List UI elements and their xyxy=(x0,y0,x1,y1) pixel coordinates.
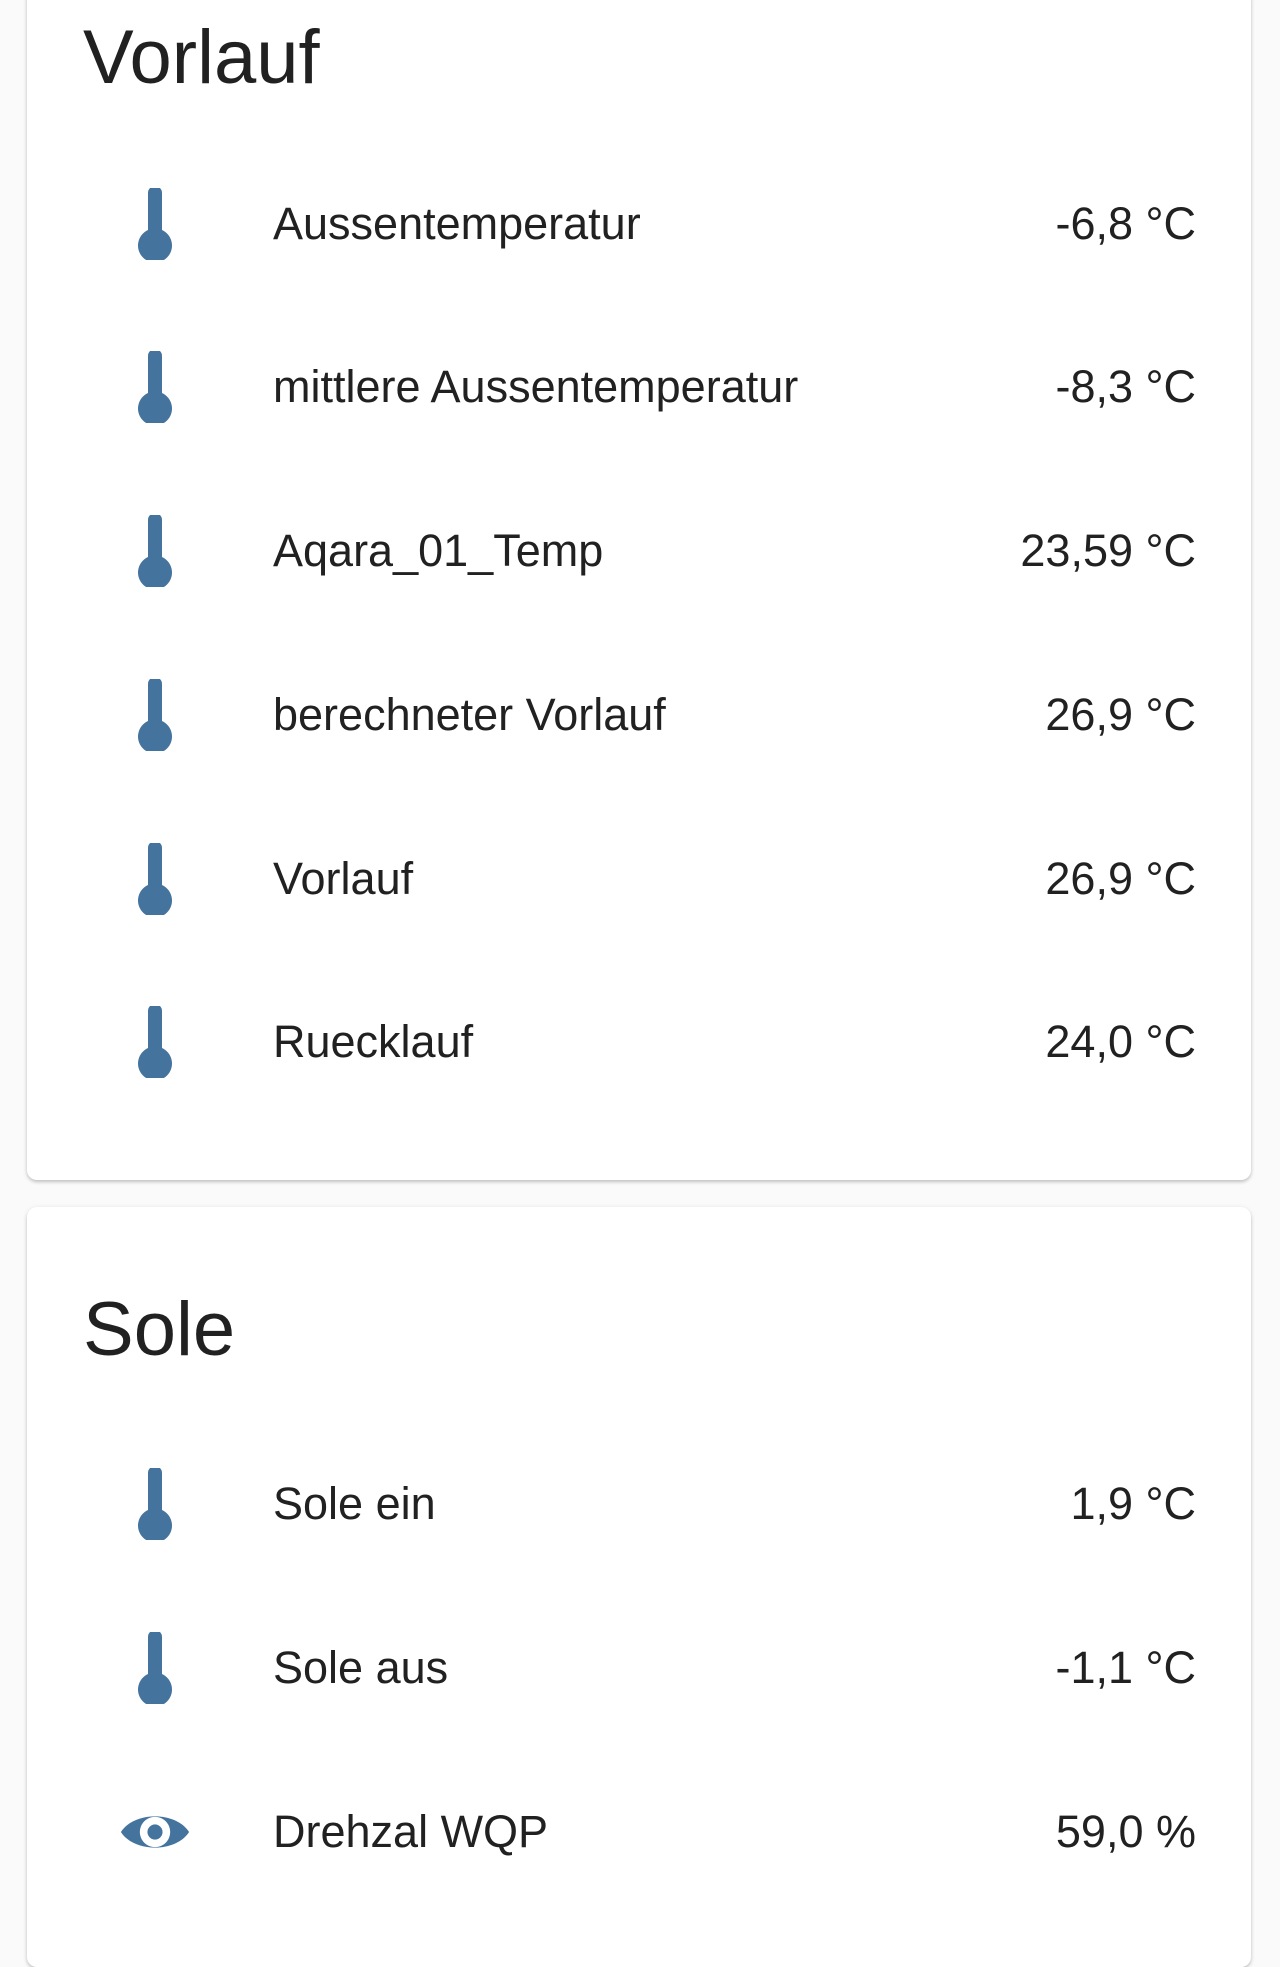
entity-name: mittlere Aussentemperatur xyxy=(273,361,799,412)
thermometer-icon xyxy=(119,1468,191,1540)
sole-card: Sole Sole ein 1,9 °C Sole aus -1,1 °C Dr… xyxy=(27,1207,1251,1967)
entity-state: -1,1 °C xyxy=(1055,1642,1196,1693)
card-title: Vorlauf xyxy=(83,15,320,100)
entity-state: 26,9 °C xyxy=(1045,689,1196,740)
eye-icon xyxy=(119,1796,191,1868)
entity-name: Sole ein xyxy=(273,1478,436,1529)
entity-row-sole-aus[interactable]: Sole aus -1,1 °C xyxy=(27,1586,1251,1750)
thermometer-icon xyxy=(119,188,191,260)
entity-state: 26,9 °C xyxy=(1045,853,1196,904)
thermometer-icon xyxy=(119,1632,191,1704)
entity-state: 1,9 °C xyxy=(1070,1478,1196,1529)
entity-row-vorlauf[interactable]: Vorlauf 26,9 °C xyxy=(27,797,1251,961)
entity-name: Aqara_01_Temp xyxy=(273,525,604,576)
entity-state: 24,0 °C xyxy=(1045,1016,1196,1067)
entity-name: Drehzal WQP xyxy=(273,1806,549,1857)
entity-state: 23,59 °C xyxy=(1020,525,1196,576)
thermometer-icon xyxy=(119,679,191,751)
thermometer-icon xyxy=(119,843,191,915)
entity-name: Aussentemperatur xyxy=(273,198,641,249)
card-title: Sole xyxy=(83,1287,236,1372)
entity-row-ruecklauf[interactable]: Ruecklauf 24,0 °C xyxy=(27,960,1251,1124)
entity-state: -6,8 °C xyxy=(1055,198,1196,249)
entity-row-aussentemperatur[interactable]: Aussentemperatur -6,8 °C xyxy=(27,142,1251,306)
entity-row-berechneter-vorlauf[interactable]: berechneter Vorlauf 26,9 °C xyxy=(27,633,1251,797)
entity-name: Ruecklauf xyxy=(273,1016,474,1067)
entity-name: Vorlauf xyxy=(273,853,414,904)
entity-name: berechneter Vorlauf xyxy=(273,689,666,740)
entity-name: Sole aus xyxy=(273,1642,449,1693)
entity-row-drehzal-wqp[interactable]: Drehzal WQP 59,0 % xyxy=(27,1750,1251,1914)
entity-row-sole-ein[interactable]: Sole ein 1,9 °C xyxy=(27,1422,1251,1586)
entity-row-aqara-01-temp[interactable]: Aqara_01_Temp 23,59 °C xyxy=(27,469,1251,633)
thermometer-icon xyxy=(119,1006,191,1078)
entity-state: 59,0 % xyxy=(1055,1806,1196,1857)
entity-row-mittlere-aussentemperatur[interactable]: mittlere Aussentemperatur -8,3 °C xyxy=(27,305,1251,469)
entity-state: -8,3 °C xyxy=(1055,361,1196,412)
vorlauf-card: Vorlauf Aussentemperatur -6,8 °C mittler… xyxy=(27,0,1251,1180)
thermometer-icon xyxy=(119,351,191,423)
thermometer-icon xyxy=(119,515,191,587)
